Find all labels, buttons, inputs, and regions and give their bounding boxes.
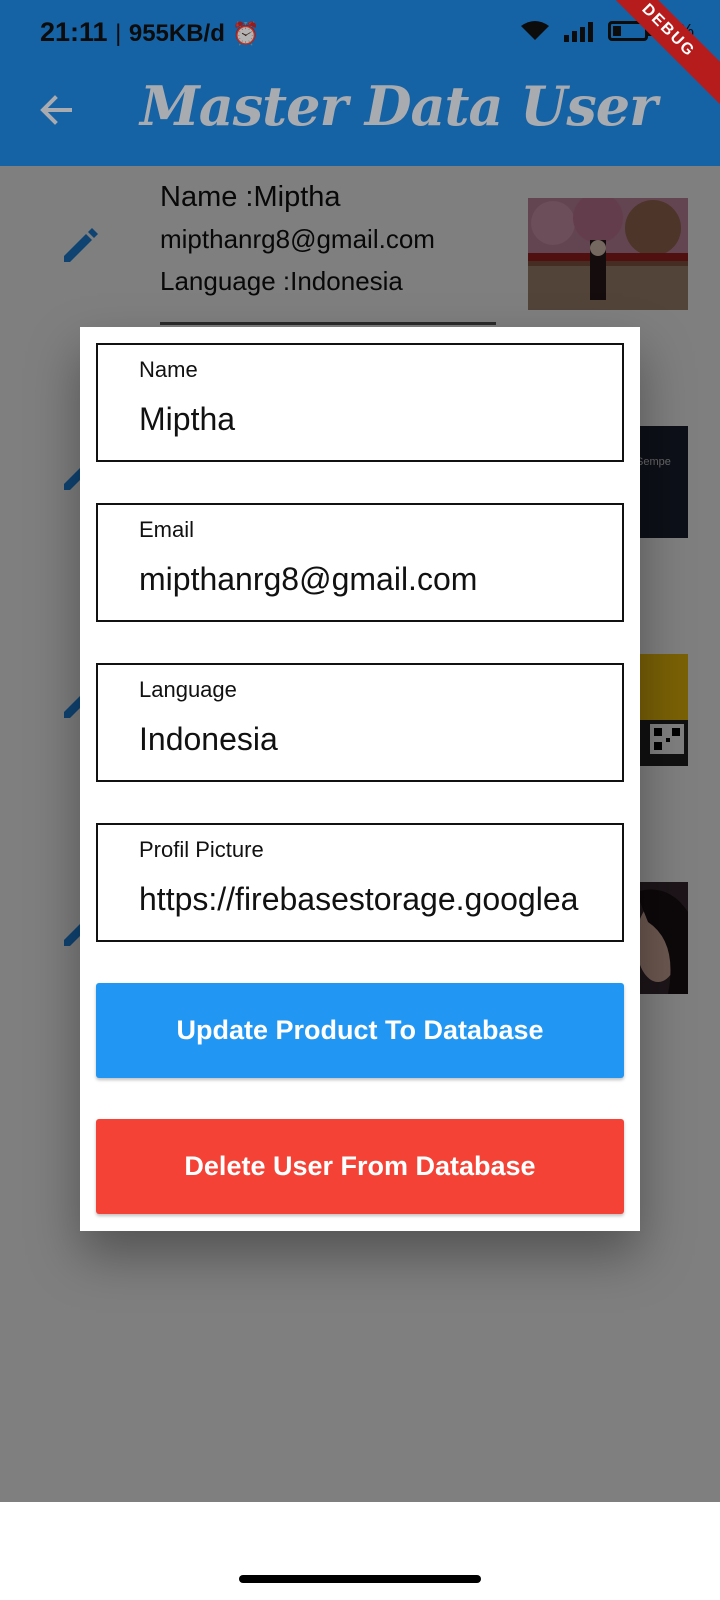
name-field-value[interactable]: Miptha xyxy=(139,401,584,438)
home-indicator[interactable] xyxy=(239,1575,481,1583)
profile-picture-field[interactable]: Profil Picture https://firebasestorage.g… xyxy=(96,823,624,942)
language-field-value[interactable]: Indonesia xyxy=(139,721,584,758)
email-field-label: Email xyxy=(139,517,195,542)
navigation-bar xyxy=(0,1502,720,1600)
profile-picture-field-value[interactable]: https://firebasestorage.googlea xyxy=(139,881,584,918)
email-field-value[interactable]: mipthanrg8@gmail.com xyxy=(139,561,584,598)
email-field[interactable]: Email mipthanrg8@gmail.com xyxy=(96,503,624,622)
update-button[interactable]: Update Product To Database xyxy=(96,983,624,1078)
language-field[interactable]: Language Indonesia xyxy=(96,663,624,782)
language-field-label: Language xyxy=(139,677,237,702)
delete-button[interactable]: Delete User From Database xyxy=(96,1119,624,1214)
profile-picture-field-label: Profil Picture xyxy=(139,837,264,862)
edit-user-dialog: Name Miptha Email mipthanrg8@gmail.com L… xyxy=(80,327,640,1231)
name-field-label: Name xyxy=(139,357,198,382)
name-field[interactable]: Name Miptha xyxy=(96,343,624,462)
modal-scrim-top xyxy=(0,0,720,166)
